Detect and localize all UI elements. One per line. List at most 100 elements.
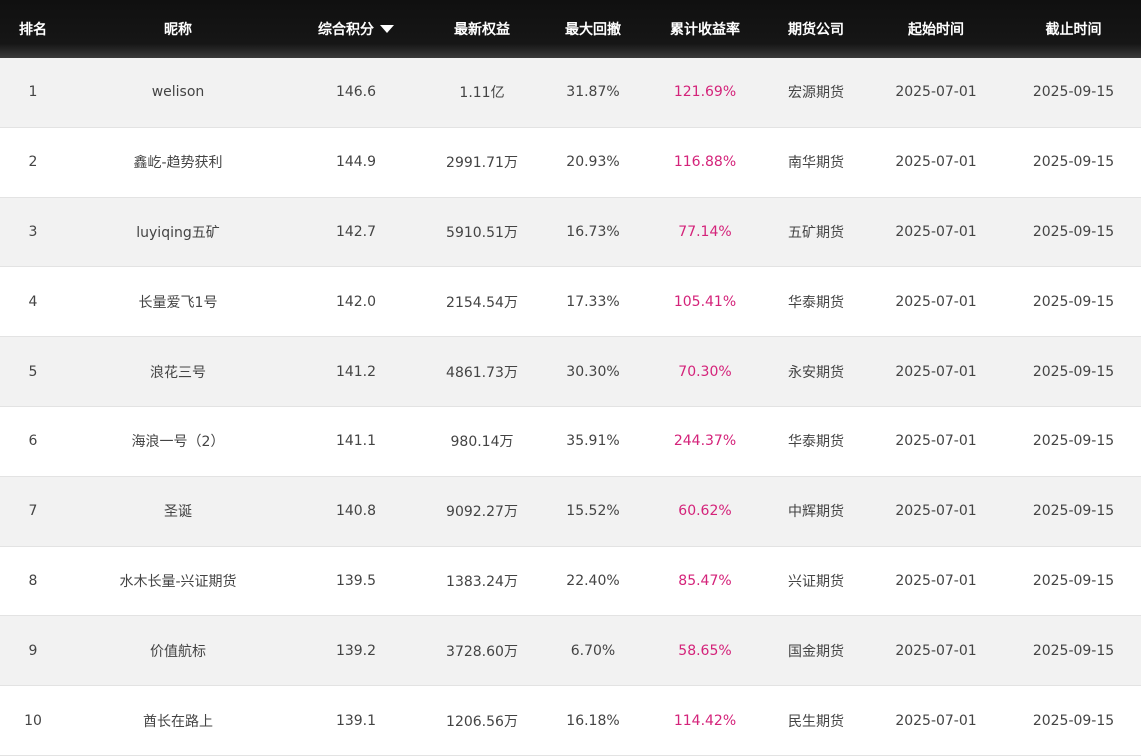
max-drawdown-cell: 31.87% — [566, 84, 620, 101]
table-body: 1 welison 146.6 1.11亿 31.87% 121.69% 宏源期货 2025-… — [0, 58, 1141, 756]
score-cell: 139.5 — [335, 572, 377, 589]
end-date-cell: 2025-09-15 — [1032, 154, 1115, 171]
score-cell: 142.7 — [335, 223, 377, 240]
end-date-cell: 2025-09-15 — [1032, 433, 1115, 450]
score-cell: 140.8 — [335, 503, 377, 520]
return-cell: 58.65% — [644, 643, 766, 659]
company-cell: 宏源期货 — [788, 85, 844, 102]
nickname-cell: 鑫屹-趋势获利 — [133, 155, 223, 172]
nickname-cell: luyiqing五矿 — [136, 224, 220, 241]
equity-cell: 5910.51万 — [446, 224, 518, 241]
equity-cell: 980.14万 — [450, 434, 514, 451]
nickname-cell: 价值航标 — [150, 643, 206, 660]
end-date-cell: 2025-09-15 — [1032, 223, 1115, 240]
max-drawdown-cell: 15.52% — [566, 503, 620, 520]
start-date-cell: 2025-07-01 — [895, 712, 977, 729]
equity-cell: 1206.56万 — [446, 713, 518, 730]
company-cell: 中辉期货 — [788, 504, 844, 521]
start-date-cell: 2025-07-01 — [895, 363, 977, 380]
company-cell: 永安期货 — [788, 364, 844, 381]
start-date-cell: 2025-07-01 — [895, 642, 977, 659]
company-cell: 兴证期货 — [788, 573, 844, 590]
rank-cell: 3 — [28, 223, 38, 240]
table-row: 9 价值航标 139.2 3728.60万 6.70% 58.65% 国金期货 2025-07… — [0, 616, 1141, 687]
score-sort-button[interactable]: 综合积分 — [318, 19, 394, 39]
nickname-cell: 长量爱飞1号 — [138, 294, 218, 311]
max-drawdown-cell: 20.93% — [566, 154, 620, 171]
return-cell: 105.41% — [644, 294, 766, 310]
header-score[interactable]: 综合积分 — [290, 19, 422, 39]
rank-cell: 4 — [28, 293, 38, 310]
header-score-label: 综合积分 — [318, 22, 374, 38]
rank-cell: 9 — [28, 642, 38, 659]
return-value: 116.88% — [673, 154, 737, 171]
company-cell: 华泰期货 — [788, 294, 844, 311]
equity-cell: 9092.27万 — [446, 504, 518, 521]
return-cell: 114.42% — [644, 713, 766, 729]
header-max-drawdown: 最大回撤 — [565, 22, 621, 38]
max-drawdown-cell: 16.18% — [566, 712, 620, 729]
table-row: 1 welison 146.6 1.11亿 31.87% 121.69% 宏源期货 2025-… — [0, 58, 1141, 128]
ranking-table: 排名 昵称 综合积分 最新权益 最大回撤 累计收益率 期货公司 起始时间 截止时… — [0, 0, 1141, 756]
return-cell: 121.69% — [644, 84, 766, 100]
rank-cell: 1 — [28, 84, 38, 101]
score-cell: 141.1 — [335, 433, 377, 450]
nickname-cell: 酋长在路上 — [143, 713, 213, 730]
return-value: 58.65% — [678, 642, 732, 659]
equity-cell: 1383.24万 — [446, 573, 518, 590]
end-date-cell: 2025-09-15 — [1032, 642, 1115, 659]
score-cell: 141.2 — [335, 363, 377, 380]
equity-cell: 2154.54万 — [446, 294, 518, 311]
max-drawdown-cell: 35.91% — [566, 433, 620, 450]
nickname-cell: welison — [151, 84, 205, 101]
end-date-cell: 2025-09-15 — [1032, 503, 1115, 520]
header-nickname: 昵称 — [164, 22, 192, 38]
return-value: 60.62% — [678, 503, 732, 520]
header-equity: 最新权益 — [454, 22, 510, 38]
table-row: 2 鑫屹-趋势获利 144.9 2991.71万 20.93% 116.88% 南华期货 20… — [0, 127, 1141, 198]
max-drawdown-cell: 17.33% — [566, 293, 620, 310]
caret-down-icon[interactable] — [380, 25, 394, 33]
return-value: 70.30% — [678, 363, 732, 380]
end-date-cell: 2025-09-15 — [1032, 572, 1115, 589]
table-row: 7 圣诞 140.8 9092.27万 15.52% 60.62% 中辉期货 2025-07-… — [0, 476, 1141, 547]
table-row: 5 浪花三号 141.2 4861.73万 30.30% 70.30% 永安期货 2025-0… — [0, 337, 1141, 407]
max-drawdown-cell: 16.73% — [566, 223, 620, 240]
start-date-cell: 2025-07-01 — [895, 433, 977, 450]
company-cell: 南华期货 — [788, 155, 844, 172]
rank-cell: 5 — [28, 363, 38, 380]
return-value: 121.69% — [673, 84, 737, 101]
return-cell: 70.30% — [644, 364, 766, 380]
table-row: 4 长量爱飞1号 142.0 2154.54万 17.33% 105.41% 华泰期货 202… — [0, 267, 1141, 338]
company-cell: 华泰期货 — [788, 434, 844, 451]
equity-cell: 4861.73万 — [446, 364, 518, 381]
table-row: 10 酋长在路上 139.1 1206.56万 16.18% 114.42% 民生期货 202… — [0, 686, 1141, 756]
rank-cell: 8 — [28, 572, 38, 589]
company-cell: 五矿期货 — [788, 224, 844, 241]
rank-cell: 6 — [28, 433, 38, 450]
equity-cell: 2991.71万 — [446, 155, 518, 172]
start-date-cell: 2025-07-01 — [895, 223, 977, 240]
max-drawdown-cell: 6.70% — [570, 642, 616, 659]
max-drawdown-cell: 30.30% — [566, 363, 620, 380]
return-value: 77.14% — [678, 223, 732, 240]
end-date-cell: 2025-09-15 — [1032, 84, 1115, 101]
table-row: 6 海浪一号（2） 141.1 980.14万 35.91% 244.37% 华泰期货 202… — [0, 406, 1141, 477]
start-date-cell: 2025-07-01 — [895, 503, 977, 520]
rank-cell: 7 — [28, 503, 38, 520]
table-row: 8 水木长量-兴证期货 139.5 1383.24万 22.40% 85.47% 兴证期货 2… — [0, 546, 1141, 617]
return-cell: 60.62% — [644, 503, 766, 519]
score-cell: 144.9 — [335, 154, 377, 171]
return-value: 114.42% — [673, 712, 737, 729]
max-drawdown-cell: 22.40% — [566, 572, 620, 589]
rank-cell: 2 — [28, 154, 38, 171]
return-value: 85.47% — [678, 572, 732, 589]
header-return: 累计收益率 — [670, 22, 740, 38]
company-cell: 民生期货 — [788, 713, 844, 730]
header-start: 起始时间 — [908, 22, 964, 38]
company-cell: 国金期货 — [788, 643, 844, 660]
nickname-cell: 浪花三号 — [150, 364, 206, 381]
nickname-cell: 水木长量-兴证期货 — [119, 573, 237, 590]
end-date-cell: 2025-09-15 — [1032, 363, 1115, 380]
header-company: 期货公司 — [788, 22, 844, 38]
